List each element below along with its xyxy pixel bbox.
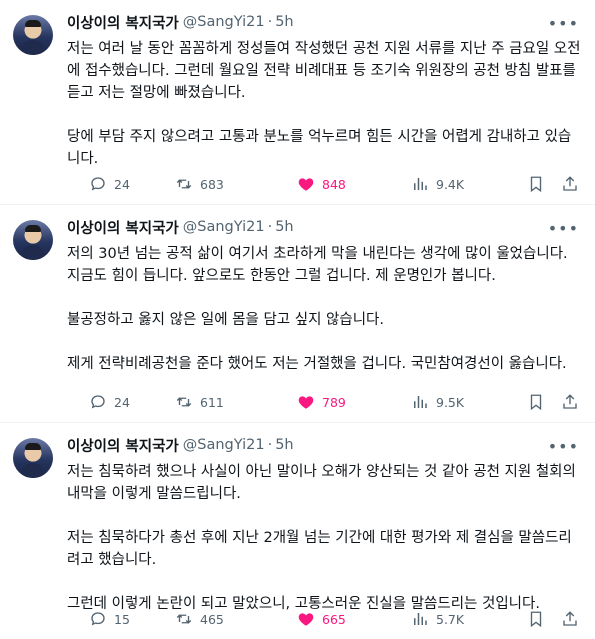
tweet-text: 저의 30년 넘는 공적 삶이 여기서 초라하게 막을 내린다는 생각에 많이 … [67, 243, 582, 375]
reply-button[interactable]: 15 [89, 607, 130, 631]
tweet[interactable]: 이상이의 복지국가 @SangYi21 · 5h ••• 저는 침묵하려 했으나… [0, 423, 595, 639]
tweet-header: 이상이의 복지국가 @SangYi21 · 5h [67, 433, 583, 457]
tweet-paragraph: 저는 침묵하려 했으나 사실이 아닌 말이나 오해가 양산되는 것 같아 공천 … [67, 464, 576, 502]
views-chart-icon [414, 613, 427, 625]
retweet-button[interactable]: 683 [175, 172, 224, 196]
tweet-paragraph: 당에 부담 주지 않으려고 고통과 분노를 억누르며 힘든 시간을 어렵게 감내… [67, 129, 572, 167]
like-button[interactable]: 848 [297, 172, 346, 196]
retweet-count: 683 [200, 176, 224, 192]
tweet-paragraph: 저는 침묵하다가 총선 후에 지난 2개월 넘는 기간에 대한 평가와 제 결심… [67, 530, 572, 568]
author-name[interactable]: 이상이의 복지국가 [67, 12, 179, 33]
share-icon [563, 176, 577, 191]
bookmark-icon [530, 176, 542, 193]
separator: · [267, 14, 273, 30]
retweet-icon [176, 614, 192, 624]
more-dots-icon[interactable]: ••• [548, 219, 579, 238]
tweet-text: 저는 여러 날 동안 꼼꼼하게 정성들여 작성했던 공천 지원 서류를 지난 주… [67, 38, 582, 170]
avatar[interactable] [13, 15, 53, 55]
retweet-icon [176, 179, 192, 189]
tweet-time[interactable]: 5h [275, 219, 293, 235]
tweet-paragraph: 제게 전략비례공천을 준다 했어도 저는 거절했을 겁니다. 국민참여경선이 옳… [67, 356, 567, 372]
tweet-paragraph: 저는 여러 날 동안 꼼꼼하게 정성들여 작성했던 공천 지원 서류를 지난 주… [67, 41, 581, 101]
tweet-time[interactable]: 5h [275, 437, 293, 453]
tweet-actions: 24 683 848 9.4K [67, 172, 583, 196]
heart-filled-icon [298, 396, 314, 409]
tweet-time[interactable]: 5h [275, 14, 293, 30]
like-count: 789 [322, 394, 346, 410]
author-handle[interactable]: @SangYi21 [183, 437, 265, 453]
reply-count: 24 [114, 176, 130, 192]
reply-icon [91, 177, 105, 191]
more-dots-icon[interactable]: ••• [548, 14, 579, 33]
reply-icon [91, 612, 105, 626]
retweet-icon [176, 397, 192, 407]
author-name[interactable]: 이상이의 복지국가 [67, 217, 179, 238]
views-button[interactable]: 9.4K [411, 172, 464, 196]
tweet-text: 저는 침묵하려 했으나 사실이 아닌 말이나 오해가 양산되는 것 같아 공천 … [67, 461, 582, 615]
like-button[interactable]: 789 [297, 390, 346, 414]
tweet-actions: 15 465 665 5.7K [67, 607, 583, 631]
tweet[interactable]: 이상이의 복지국가 @SangYi21 · 5h ••• 저는 여러 날 동안 … [0, 0, 595, 205]
reply-count: 15 [114, 611, 130, 627]
reply-count: 24 [114, 394, 130, 410]
share-icon [563, 394, 577, 409]
bookmark-icon [530, 394, 542, 411]
heart-filled-icon [298, 178, 314, 191]
author-handle[interactable]: @SangYi21 [183, 14, 265, 30]
heart-filled-icon [298, 613, 314, 626]
tweet[interactable]: 이상이의 복지국가 @SangYi21 · 5h ••• 저의 30년 넘는 공… [0, 205, 595, 423]
tweet-paragraph: 불공정하고 옳지 않은 일에 몸을 담고 싶지 않습니다. [67, 312, 385, 328]
retweet-count: 611 [200, 394, 224, 410]
reply-button[interactable]: 24 [89, 172, 130, 196]
bookmark-icon [530, 611, 542, 628]
reply-button[interactable]: 24 [89, 390, 130, 414]
views-button[interactable]: 5.7K [411, 607, 464, 631]
bookmark-button[interactable] [527, 172, 545, 196]
separator: · [267, 219, 273, 235]
reply-icon [91, 395, 105, 409]
share-button[interactable] [561, 607, 579, 631]
retweet-count: 465 [200, 611, 224, 627]
retweet-button[interactable]: 465 [175, 607, 224, 631]
avatar[interactable] [13, 438, 53, 478]
tweet-paragraph: 저의 30년 넘는 공적 삶이 여기서 초라하게 막을 내린다는 생각에 많이 … [67, 246, 568, 284]
view-count: 9.5K [436, 394, 465, 410]
more-dots-icon[interactable]: ••• [548, 437, 579, 456]
tweet-actions: 24 611 789 9.5K [67, 390, 583, 414]
like-button[interactable]: 665 [297, 607, 346, 631]
view-count: 5.7K [436, 611, 465, 627]
tweet-header: 이상이의 복지국가 @SangYi21 · 5h [67, 10, 583, 34]
separator: · [267, 437, 273, 453]
share-button[interactable] [561, 390, 579, 414]
views-chart-icon [414, 396, 427, 408]
views-button[interactable]: 9.5K [411, 390, 464, 414]
views-chart-icon [414, 178, 427, 190]
share-button[interactable] [561, 172, 579, 196]
bookmark-button[interactable] [527, 607, 545, 631]
view-count: 9.4K [436, 176, 465, 192]
author-name[interactable]: 이상이의 복지국가 [67, 435, 179, 456]
tweet-header: 이상이의 복지국가 @SangYi21 · 5h [67, 215, 583, 239]
tweet-feed: 이상이의 복지국가 @SangYi21 · 5h ••• 저는 여러 날 동안 … [0, 0, 595, 639]
like-count: 848 [322, 176, 346, 192]
retweet-button[interactable]: 611 [175, 390, 224, 414]
share-icon [563, 611, 577, 626]
avatar[interactable] [13, 220, 53, 260]
like-count: 665 [322, 611, 346, 627]
author-handle[interactable]: @SangYi21 [183, 219, 265, 235]
bookmark-button[interactable] [527, 390, 545, 414]
